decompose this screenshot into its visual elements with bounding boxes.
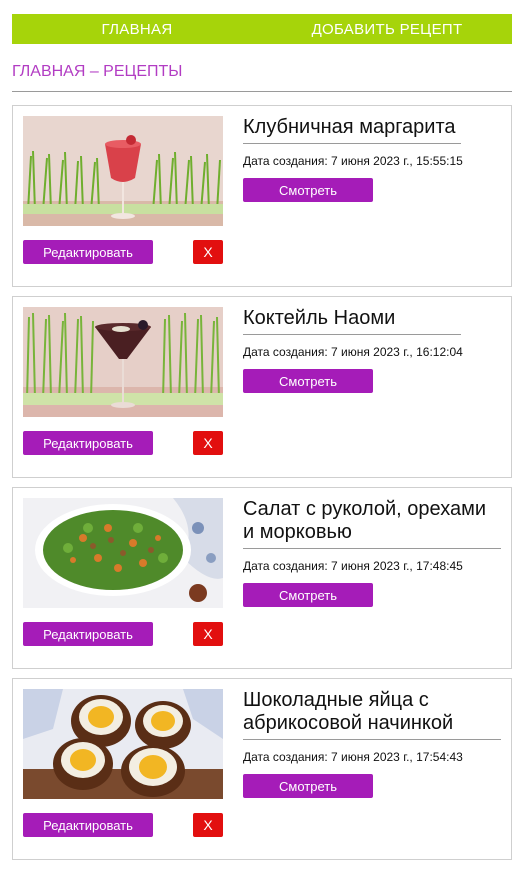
view-button[interactable]: Смотреть xyxy=(243,178,373,202)
page-title: ГЛАВНАЯ – РЕЦЕПТЫ xyxy=(12,63,183,80)
delete-button[interactable]: X xyxy=(193,622,223,646)
edit-button[interactable]: Редактировать xyxy=(23,431,153,455)
nav-add-recipe-link[interactable]: ДОБАВИТЬ РЕЦЕПТ xyxy=(262,14,512,44)
view-button[interactable]: Смотреть xyxy=(243,369,373,393)
recipe-info: Шоколадные яйца с абрикосовой начинкой Д… xyxy=(243,689,501,798)
recipe-info: Клубничная маргарита Дата создания: 7 ию… xyxy=(243,116,501,202)
recipe-image-arugula-salad[interactable] xyxy=(23,498,223,608)
recipe-card: Редактировать X Клубничная маргарита Дат… xyxy=(12,105,512,287)
recipe-date: Дата создания: 7 июня 2023 г., 15:55:15 xyxy=(243,154,463,168)
title-divider xyxy=(12,91,512,92)
recipe-card: Редактировать X Шоколадные яйца с абрико… xyxy=(12,678,512,860)
recipe-date: Дата создания: 7 июня 2023 г., 17:48:45 xyxy=(243,559,463,573)
top-nav: ГЛАВНАЯ ДОБАВИТЬ РЕЦЕПТ xyxy=(12,14,512,44)
edit-button[interactable]: Редактировать xyxy=(23,622,153,646)
recipe-card: Редактировать X Коктейль Наоми Дата созд… xyxy=(12,296,512,478)
nav-home-link[interactable]: ГЛАВНАЯ xyxy=(12,14,262,44)
recipe-title: Коктейль Наоми xyxy=(243,307,461,335)
recipe-info: Салат с руколой, орехами и морковью Дата… xyxy=(243,498,501,607)
recipe-title: Шоколадные яйца с абрикосовой начинкой xyxy=(243,689,501,740)
recipe-title: Салат с руколой, орехами и морковью xyxy=(243,498,501,549)
delete-button[interactable]: X xyxy=(193,431,223,455)
delete-button[interactable]: X xyxy=(193,240,223,264)
recipe-image-chocolate-eggs[interactable] xyxy=(23,689,223,799)
recipe-image-strawberry-margarita[interactable] xyxy=(23,116,223,226)
recipe-card: Редактировать X Салат с руколой, орехами… xyxy=(12,487,512,669)
edit-button[interactable]: Редактировать xyxy=(23,240,153,264)
recipe-date: Дата создания: 7 июня 2023 г., 16:12:04 xyxy=(243,345,463,359)
view-button[interactable]: Смотреть xyxy=(243,774,373,798)
recipe-title: Клубничная маргарита xyxy=(243,116,461,144)
recipe-info: Коктейль Наоми Дата создания: 7 июня 202… xyxy=(243,307,501,393)
edit-button[interactable]: Редактировать xyxy=(23,813,153,837)
recipe-date: Дата создания: 7 июня 2023 г., 17:54:43 xyxy=(243,750,463,764)
recipe-image-naomi-cocktail[interactable] xyxy=(23,307,223,417)
delete-button[interactable]: X xyxy=(193,813,223,837)
view-button[interactable]: Смотреть xyxy=(243,583,373,607)
